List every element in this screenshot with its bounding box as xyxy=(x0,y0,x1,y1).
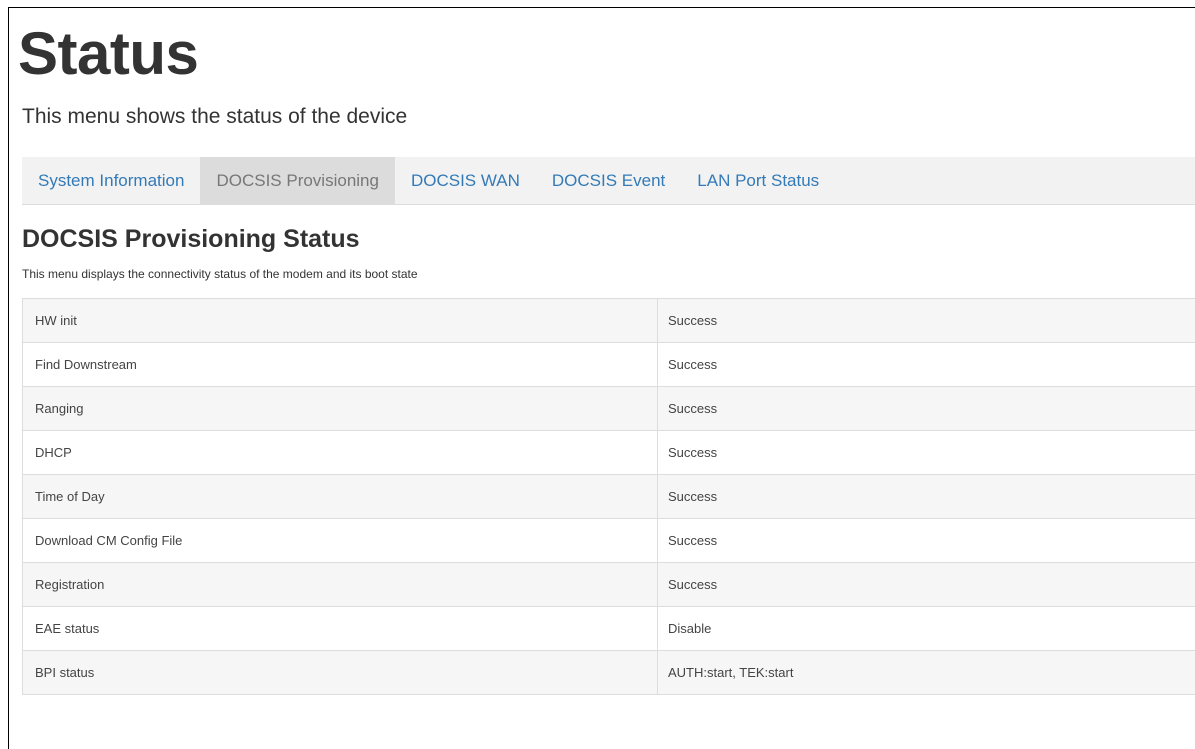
row-label: Registration xyxy=(22,562,658,607)
page-title: Status xyxy=(18,20,199,87)
row-label: Ranging xyxy=(22,386,658,431)
status-tab-bar: System Information DOCSIS Provisioning D… xyxy=(22,157,1195,205)
row-value: AUTH:start, TEK:start xyxy=(657,650,1195,695)
tab-docsis-provisioning[interactable]: DOCSIS Provisioning xyxy=(200,157,395,204)
row-value: Success xyxy=(657,518,1195,563)
table-row: Registration Success xyxy=(22,562,1195,607)
table-row: Time of Day Success xyxy=(22,474,1195,519)
row-label: Find Downstream xyxy=(22,342,658,387)
row-value: Success xyxy=(657,474,1195,519)
section-title: DOCSIS Provisioning Status xyxy=(22,225,360,253)
row-value: Success xyxy=(657,298,1195,343)
row-value: Success xyxy=(657,342,1195,387)
tab-docsis-event[interactable]: DOCSIS Event xyxy=(536,157,681,204)
table-row: BPI status AUTH:start, TEK:start xyxy=(22,650,1195,695)
table-row: DHCP Success xyxy=(22,430,1195,475)
table-row: EAE status Disable xyxy=(22,606,1195,651)
tab-system-information[interactable]: System Information xyxy=(22,157,200,204)
row-label: EAE status xyxy=(22,606,658,651)
row-value: Disable xyxy=(657,606,1195,651)
table-row: HW init Success xyxy=(22,298,1195,343)
row-label: BPI status xyxy=(22,650,658,695)
row-label: DHCP xyxy=(22,430,658,475)
row-value: Success xyxy=(657,386,1195,431)
table-row: Ranging Success xyxy=(22,386,1195,431)
section-description: This menu displays the connectivity stat… xyxy=(22,267,418,281)
row-value: Success xyxy=(657,562,1195,607)
table-row: Download CM Config File Success xyxy=(22,518,1195,563)
table-row: Find Downstream Success xyxy=(22,342,1195,387)
row-label: Time of Day xyxy=(22,474,658,519)
provisioning-status-table: HW init Success Find Downstream Success … xyxy=(22,298,1195,695)
tab-lan-port-status[interactable]: LAN Port Status xyxy=(681,157,835,204)
row-label: HW init xyxy=(22,298,658,343)
page-subtitle: This menu shows the status of the device xyxy=(22,105,408,128)
row-value: Success xyxy=(657,430,1195,475)
tab-docsis-wan[interactable]: DOCSIS WAN xyxy=(395,157,536,204)
row-label: Download CM Config File xyxy=(22,518,658,563)
